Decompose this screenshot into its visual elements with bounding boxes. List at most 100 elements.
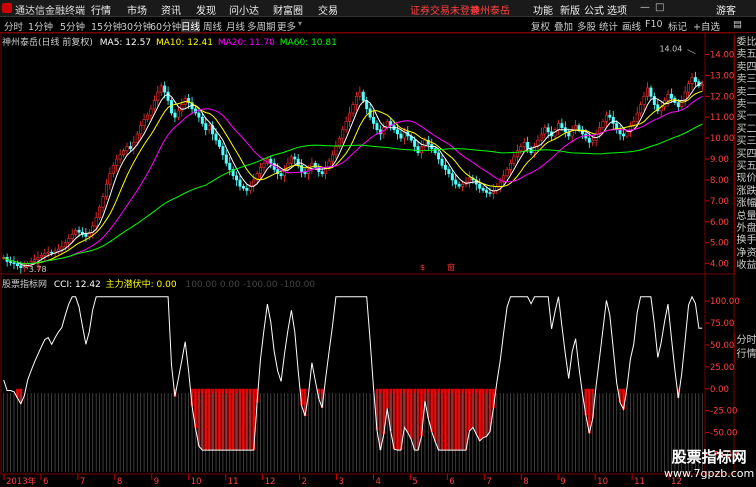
candle-down — [440, 158, 444, 166]
date-tick-label: 6 — [449, 477, 454, 487]
candle-down — [546, 127, 550, 133]
candle-up — [94, 217, 98, 227]
candle-down — [77, 229, 81, 233]
candle-up — [262, 162, 266, 168]
candle-up — [512, 156, 516, 164]
candle-down — [618, 129, 622, 135]
candle-down — [214, 133, 218, 141]
kline-chart[interactable]: 14.00 13.00 12.00 11.00 10.00 9.00 8.00 7.00 6.0… — [0, 0, 756, 487]
candle-down — [693, 77, 697, 82]
candle-down — [163, 85, 167, 93]
candle-down — [375, 123, 379, 131]
price-tick-label: 12.00 — [710, 92, 734, 102]
candle-down — [437, 152, 441, 160]
candle-up — [39, 254, 43, 258]
candle-down — [454, 179, 458, 185]
date-tick-label: 5 — [412, 477, 417, 487]
candle-down — [245, 188, 249, 191]
candle-down — [587, 137, 591, 143]
candle-up — [259, 167, 263, 174]
candle-up — [142, 119, 146, 126]
candle-up — [505, 169, 509, 177]
candle-down — [457, 183, 461, 187]
candle-up — [36, 257, 40, 260]
candle-up — [125, 146, 129, 151]
candle-down — [128, 146, 132, 149]
candle-up — [556, 123, 560, 131]
date-tick-label: 2013年 — [6, 476, 37, 487]
cci-series — [3, 295, 703, 472]
candle-up — [461, 183, 465, 187]
candle-down — [488, 192, 492, 194]
candle-down — [224, 154, 228, 164]
date-tick-label: 8 — [523, 477, 528, 487]
event-marker: $ — [420, 263, 425, 272]
date-tick-label: 11 — [228, 477, 239, 487]
candle-up — [344, 121, 348, 131]
candle-up — [467, 177, 471, 183]
ma-line-ma60 — [3, 123, 703, 265]
candle-down — [269, 158, 273, 164]
candle-down — [50, 251, 54, 254]
candle-up — [207, 125, 211, 131]
cci-tick-label: 0.00 — [710, 385, 729, 395]
date-tick-label: 9 — [154, 477, 159, 487]
candle-down — [526, 142, 530, 149]
candle-up — [70, 234, 74, 239]
price-tick-label: 11.00 — [710, 113, 734, 123]
candle-up — [687, 83, 691, 93]
event-marker: 窗 — [447, 262, 455, 272]
candle-up — [139, 125, 143, 135]
candle-down — [217, 139, 221, 147]
price-tick-label: 5.00 — [710, 239, 729, 249]
candle-up — [57, 248, 61, 252]
price-axis: 14.00 13.00 12.00 11.00 10.00 9.00 8.00 7.00 6.0… — [20, 45, 734, 274]
candle-down — [293, 156, 297, 160]
candle-up — [358, 91, 362, 97]
candle-up — [152, 100, 156, 110]
candle-down — [450, 173, 454, 181]
candle-down — [279, 173, 283, 177]
candle-up — [60, 246, 64, 250]
candle-up — [146, 114, 150, 120]
candle-up — [354, 95, 358, 105]
candle-down — [447, 169, 451, 174]
candle-up — [149, 108, 153, 116]
watermark-title: 股票指标网 — [671, 448, 747, 466]
candle-down — [560, 123, 564, 128]
date-tick-label: 3 — [339, 477, 344, 487]
cci-tick-label: -25.00 — [710, 407, 737, 417]
candle-up — [180, 104, 184, 112]
candle-down — [611, 116, 615, 124]
date-tick-label: 11 — [634, 477, 645, 487]
candle-down — [235, 175, 239, 181]
candle-down — [313, 162, 317, 168]
candle-down — [204, 123, 208, 131]
candle-up — [108, 173, 112, 185]
candle-up — [635, 112, 639, 122]
price-annotation: 14.04 — [659, 45, 682, 54]
candle-down — [238, 179, 242, 187]
candle-up — [111, 165, 115, 174]
candle-up — [515, 150, 519, 158]
candle-up — [543, 127, 547, 135]
candlestick-series — [2, 71, 704, 275]
candle-up — [156, 91, 160, 101]
candle-up — [122, 150, 126, 156]
date-tick-label: 7 — [486, 477, 491, 487]
candle-up — [642, 95, 646, 105]
candle-up — [330, 154, 334, 162]
candle-down — [15, 263, 19, 267]
candle-up — [248, 185, 252, 191]
candle-up — [666, 93, 670, 101]
candle-down — [396, 129, 400, 135]
date-axis: 2013年 6 7 8 9 10 11 12 2 3 4 5 6 7 8 9 10 11 12 — [3, 474, 682, 487]
candle-up — [700, 84, 704, 87]
candle-up — [104, 183, 108, 197]
date-tick-label: 10 — [191, 477, 202, 487]
date-tick-label: 10 — [597, 477, 608, 487]
candle-up — [591, 139, 595, 143]
candle-down — [197, 112, 201, 118]
candle-up — [690, 77, 694, 85]
candle-up — [574, 125, 578, 131]
